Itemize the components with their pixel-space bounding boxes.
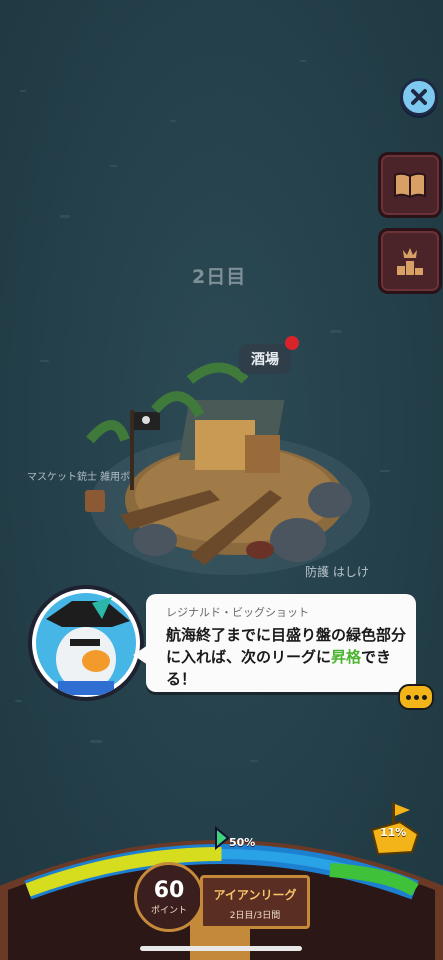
progress-percent: 50% (229, 836, 256, 849)
close-button[interactable] (400, 78, 438, 116)
defense-label: 防護 はしけ (305, 565, 369, 579)
day-label: 2日目 (192, 266, 247, 288)
leaderboard-button[interactable] (378, 228, 442, 294)
notification-dot (285, 336, 299, 350)
dialog-highlight: 昇格 (331, 648, 362, 666)
trophy-percent: 11% (380, 826, 407, 839)
character-avatar (46, 597, 130, 695)
close-icon (411, 89, 427, 105)
points-value: 60 (153, 877, 185, 903)
more-button[interactable] (398, 684, 434, 710)
tavern-label[interactable]: 酒場 (239, 344, 291, 374)
character-portrait (28, 585, 144, 701)
league-plate[interactable]: アイアンリーグ 2日目/3日間 (200, 875, 310, 929)
league-days: 2日目/3日間 (229, 911, 281, 921)
speaker-name: レジナルド・ビッグショット (166, 606, 309, 619)
more-icon (405, 694, 427, 700)
musket-label: マスケット銃士 雑用ボ (27, 472, 131, 483)
dialog-message: 航海終了までに目盛り盤の緑色部分に入れば、次のリーグに昇格できる！ (166, 624, 406, 690)
logbook-button[interactable] (378, 152, 442, 218)
book-icon (394, 172, 426, 199)
league-name: アイアンリーグ (213, 888, 297, 902)
home-indicator[interactable] (140, 946, 302, 951)
leaderboard-icon (397, 248, 423, 275)
points-unit: ポイント (150, 905, 187, 916)
points-display: 60 ポイント (134, 862, 204, 932)
